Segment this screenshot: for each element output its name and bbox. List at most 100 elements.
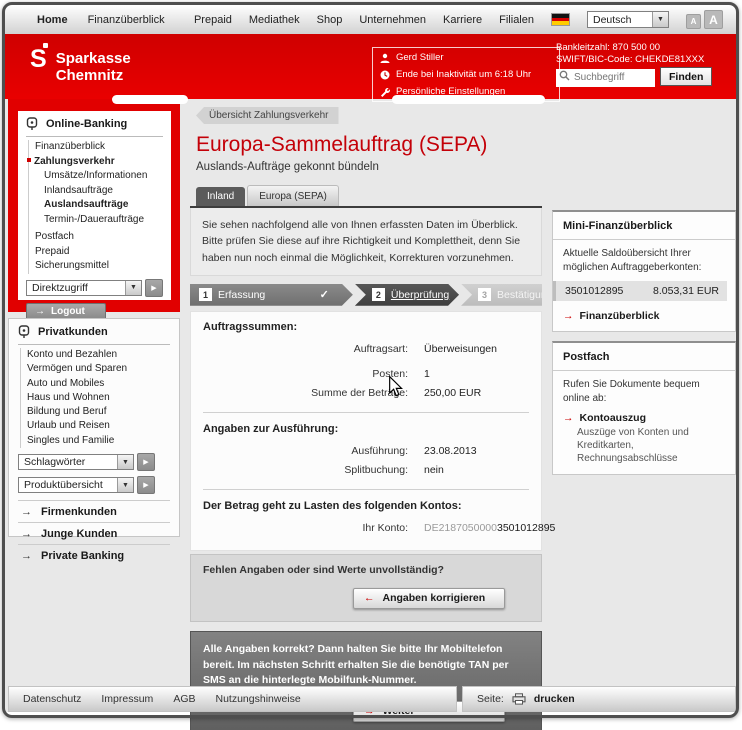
kontoauszug-link[interactable]: → Kontoauszug — [553, 405, 735, 426]
field-label: Auftragsart: — [203, 342, 408, 357]
sidebar-item-zahlungsverkehr[interactable]: Zahlungsverkehr — [35, 155, 163, 170]
footer-impressum[interactable]: Impressum — [101, 693, 153, 705]
sparkasse-s-icon: S — [30, 47, 47, 84]
wizard-steps: 1 Erfassung ✓ 2 Überprüfung 3 Bestätigun… — [190, 284, 542, 306]
sidebar-item-auslandsauftraege[interactable]: Auslandsaufträge — [35, 198, 163, 213]
footer-nutzungshinweise[interactable]: Nutzungshinweise — [216, 693, 301, 705]
sidebar-item-sicherungsmittel[interactable]: Sicherungsmittel — [35, 259, 163, 274]
search-button[interactable]: Finden — [660, 67, 712, 86]
produktuebersicht-go-button[interactable]: ▶ — [137, 476, 155, 494]
account-balance-row[interactable]: 3501012895 8.053,31 EUR — [553, 281, 727, 301]
mini-finanz-description: Aktuelle Saldoübersicht Ihrer möglichen … — [553, 240, 735, 274]
brand-city: Chemnitz — [56, 67, 131, 84]
sidebar-item-umsaetze[interactable]: Umsätze/Informationen — [35, 169, 163, 184]
chevron-down-icon[interactable]: ▼ — [117, 455, 133, 469]
active-bullet-icon — [27, 158, 31, 162]
sidebar-item-vermoegen[interactable]: Vermögen und Sparen — [27, 362, 170, 376]
sidebar-item-postfach[interactable]: Postfach — [35, 230, 163, 245]
tab-europa-sepa[interactable]: Europa (SEPA) — [247, 185, 339, 206]
font-size-decrease-icon[interactable]: A — [686, 14, 701, 29]
direktzugriff-select[interactable]: Direktzugriff ▼ — [26, 280, 142, 296]
print-link[interactable]: drucken — [534, 693, 575, 705]
correction-box: Fehlen Angaben oder sind Werte unvollstä… — [190, 554, 542, 622]
sidebar-item-haus[interactable]: Haus und Wohnen — [27, 391, 170, 405]
divider — [203, 412, 529, 413]
breadcrumb[interactable]: Übersicht Zahlungsverkehr — [196, 107, 339, 124]
nav-home[interactable]: Home — [37, 14, 68, 26]
font-size-increase-icon[interactable]: A — [704, 10, 723, 29]
execution-title: Angaben zur Ausführung: — [203, 423, 529, 435]
sidebar-item-private-banking[interactable]: → Private Banking — [18, 544, 170, 566]
sidebar-item-inlandsauftraege[interactable]: Inlandsaufträge — [35, 184, 163, 199]
postfach-box: Postfach Rufen Sie Dokumente bequem onli… — [552, 341, 736, 475]
arrow-left-icon: ← — [364, 592, 375, 604]
sidebar-item-bildung[interactable]: Bildung und Beruf — [27, 405, 170, 419]
sparkasse-logo: S Sparkasse Chemnitz — [30, 47, 131, 84]
chevron-down-icon[interactable]: ▼ — [117, 478, 133, 492]
bic-line: SWIFT/BIC-Code: CHEKDE81XXX — [556, 54, 704, 66]
chevron-down-icon[interactable]: ▼ — [125, 281, 141, 295]
sidebar-item-terminauftraege[interactable]: Termin-/Daueraufträge — [35, 213, 163, 228]
wrench-icon — [380, 87, 390, 97]
summary-title: Auftragssummen: — [203, 321, 529, 333]
postfach-title: Postfach — [553, 343, 735, 371]
produktuebersicht-select[interactable]: Produktübersicht ▼ — [18, 477, 134, 493]
arrow-right-icon: → — [563, 412, 574, 424]
step-erfassung[interactable]: 1 Erfassung ✓ — [190, 284, 353, 306]
top-navigation: Home Finanzüberblick Prepaid Mediathek S… — [5, 5, 737, 34]
sidebar-item-singles[interactable]: Singles und Familie — [27, 434, 170, 448]
sidebar-item-finanzueberblick[interactable]: Finanzüberblick — [35, 140, 163, 155]
schlagwoerter-go-button[interactable]: ▶ — [137, 453, 155, 471]
chevron-down-icon[interactable]: ▼ — [652, 12, 668, 27]
divider — [203, 489, 529, 490]
step-ueberpruefung[interactable]: 2 Überprüfung — [355, 284, 459, 306]
page-subtitle: Auslands-Aufträge gekonnt bündeln — [196, 161, 542, 173]
order-summary-section: Auftragssummen: Auftragsart: Überweisunge… — [190, 311, 542, 551]
right-column: Mini-Finanzüberblick Aktuelle Saldoübers… — [552, 210, 736, 484]
footer-datenschutz[interactable]: Datenschutz — [23, 693, 81, 705]
sidebar-item-firmenkunden[interactable]: → Firmenkunden — [18, 500, 170, 522]
nav-finanzueberblick[interactable]: Finanzüberblick — [88, 14, 165, 26]
field-label: Posten: — [203, 367, 408, 382]
footer-agb[interactable]: AGB — [173, 693, 195, 705]
nav-shop[interactable]: Shop — [317, 14, 343, 26]
nav-mediathek[interactable]: Mediathek — [249, 14, 300, 26]
main-content: Übersicht Zahlungsverkehr Europa-Sammela… — [190, 105, 542, 730]
finanzueberblick-link[interactable]: → Finanzüberblick — [553, 308, 735, 331]
debit-account-title: Der Betrag geht zu Lasten des folgenden … — [203, 500, 529, 512]
german-flag-icon — [551, 13, 570, 26]
search-input[interactable] — [556, 69, 655, 87]
arrow-right-icon: → — [35, 306, 45, 317]
language-select[interactable]: Deutsch ▼ — [587, 11, 669, 28]
footer-links-bar: Datenschutz Impressum AGB Nutzungshinwei… — [8, 686, 457, 712]
page-label: Seite: — [477, 693, 504, 705]
content-tabs: Inland Europa (SEPA) — [196, 185, 542, 206]
sidebar-item-prepaid[interactable]: Prepaid — [35, 245, 163, 260]
mini-finanz-title: Mini-Finanzüberblick — [553, 212, 735, 240]
correct-entries-button[interactable]: ← Angaben korrigieren — [353, 588, 505, 609]
sidebar-item-urlaub[interactable]: Urlaub und Reisen — [27, 419, 170, 433]
step-bestaetigung: 3 Bestätigung — [461, 284, 542, 306]
sidebar-item-konto-bezahlen[interactable]: Konto und Bezahlen — [27, 348, 170, 362]
nav-prepaid[interactable]: Prepaid — [194, 14, 232, 26]
content-panel: Sie sehen nachfolgend alle von Ihnen erf… — [190, 206, 542, 730]
direktzugriff-go-button[interactable]: ▶ — [145, 279, 163, 297]
account-number: 3501012895 — [565, 285, 623, 297]
nav-filialen[interactable]: Filialen — [499, 14, 534, 26]
page-title: Europa-Sammelauftrag (SEPA) — [196, 133, 542, 157]
correction-question: Fehlen Angaben oder sind Werte unvollstä… — [203, 564, 529, 576]
sidebar-item-auto[interactable]: Auto und Mobiles — [27, 377, 170, 391]
logged-in-user[interactable]: Gerd Stiller — [396, 52, 444, 63]
bank-codes: Bankleitzahl: 870 500 00 SWIFT/BIC-Code:… — [556, 42, 704, 66]
field-value: Überweisungen — [424, 342, 497, 357]
sidebar-item-junge-kunden[interactable]: → Junge Kunden — [18, 522, 170, 544]
field-value: 23.08.2013 — [424, 444, 477, 459]
tab-inland[interactable]: Inland — [196, 187, 245, 206]
online-banking-title: Online-Banking — [46, 118, 127, 130]
schlagwoerter-select[interactable]: Schlagwörter ▼ — [18, 454, 134, 470]
nav-unternehmen[interactable]: Unternehmen — [359, 14, 426, 26]
user-icon — [380, 53, 390, 63]
field-label: Ausführung: — [203, 444, 408, 459]
personal-settings-link[interactable]: Persönliche Einstellungen — [396, 86, 505, 97]
nav-karriere[interactable]: Karriere — [443, 14, 482, 26]
